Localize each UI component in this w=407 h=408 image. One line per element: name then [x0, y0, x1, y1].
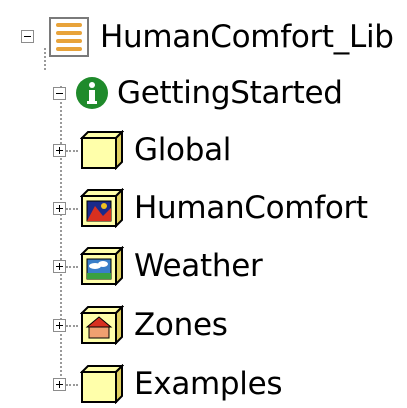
tree-item-label: Global — [134, 132, 232, 168]
tree-item-label: HumanComfort_Lib — [100, 19, 394, 55]
tree-item-global[interactable]: Global — [0, 127, 407, 173]
weather-package-icon — [80, 246, 124, 286]
human-comfort-package-icon — [80, 188, 124, 228]
expand-toggle[interactable] — [53, 144, 66, 157]
package-icon — [80, 364, 124, 404]
tree-item-label: HumanComfort — [134, 190, 368, 226]
collapse-toggle[interactable] — [21, 30, 34, 43]
tree-item-gettingstarted[interactable]: GettingStarted — [0, 70, 407, 116]
collapse-toggle[interactable] — [53, 87, 66, 100]
info-icon — [76, 77, 108, 109]
tree-item-humancomfort[interactable]: HumanComfort — [0, 185, 407, 231]
tree-item-label: Weather — [134, 248, 263, 284]
zones-package-icon — [80, 305, 124, 345]
tree-item-zones[interactable]: Zones — [0, 302, 407, 348]
tree-item-weather[interactable]: Weather — [0, 243, 407, 289]
tree-item-examples[interactable]: Examples — [0, 361, 407, 407]
package-icon — [80, 130, 124, 170]
expand-toggle[interactable] — [53, 260, 66, 273]
expand-toggle[interactable] — [53, 378, 66, 391]
library-icon — [49, 17, 89, 57]
tree-item-humancomfort-lib[interactable]: HumanComfort_Lib — [0, 14, 407, 60]
expand-toggle[interactable] — [53, 202, 66, 215]
tree-item-label: Zones — [134, 307, 228, 343]
tree-item-label: GettingStarted — [117, 75, 343, 111]
tree-item-label: Examples — [134, 366, 283, 402]
package-browser-tree: HumanComfort_Lib GettingStarted Global H… — [0, 0, 407, 408]
expand-toggle[interactable] — [53, 319, 66, 332]
